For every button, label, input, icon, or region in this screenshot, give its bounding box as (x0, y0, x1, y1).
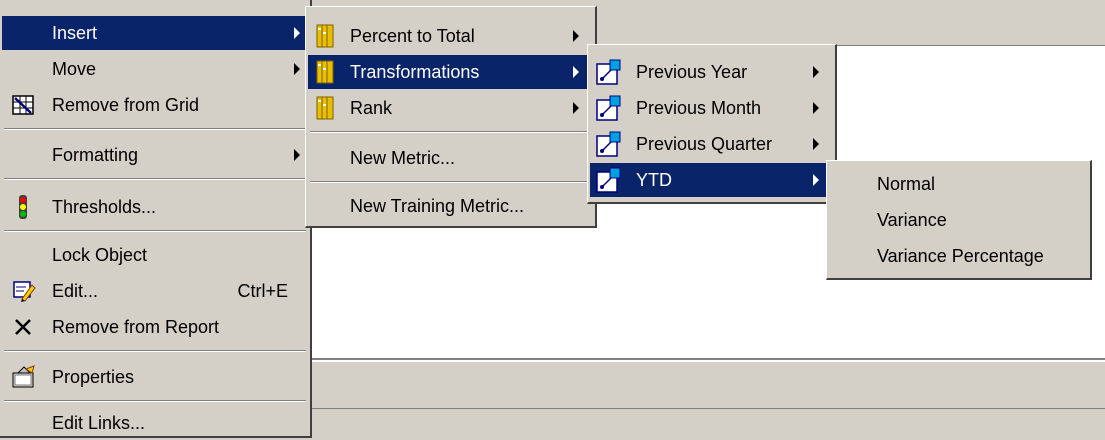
menu-item-label: Properties (52, 366, 135, 387)
menu-item-insert[interactable]: Insert (2, 16, 308, 50)
menu-item-ytd[interactable]: YTD (590, 163, 833, 197)
submenu-arrow-icon (294, 63, 300, 75)
menu-item-label: Remove from Grid (52, 94, 200, 115)
submenu-arrow-icon (294, 149, 300, 161)
menu-item-label: Move (52, 58, 97, 79)
remove-from-grid-icon (12, 95, 34, 115)
menu-item-rank[interactable]: Rank (308, 91, 593, 125)
menu-item-label: Variance Percentage (877, 245, 1044, 266)
submenu-arrow-icon (573, 102, 579, 114)
menu-separator (310, 131, 591, 133)
menu-separator (4, 128, 306, 130)
submenu-arrow-icon (813, 102, 819, 114)
remove-x-icon (15, 319, 31, 335)
menu-item-variance[interactable]: Variance (829, 203, 1088, 237)
menu-item-label: Previous Quarter (636, 133, 773, 154)
submenu-arrow-icon (573, 30, 579, 42)
menu-item-previous-year[interactable]: Previous Year (590, 55, 833, 89)
transformation-icon (596, 131, 621, 157)
app-panel (310, 362, 1105, 408)
menu-item-variance-percentage[interactable]: Variance Percentage (829, 239, 1088, 273)
menu-separator (4, 178, 306, 180)
menu-item-label: Edit Links... (52, 412, 146, 433)
submenu-arrow-icon (813, 66, 819, 78)
menu-item-label: New Metric... (350, 147, 456, 168)
menu-item-lock-object[interactable]: Lock Object (2, 238, 308, 272)
status-area (310, 408, 1105, 439)
menu-item-thresholds[interactable]: Thresholds... (2, 190, 308, 224)
shortcut-label: Ctrl+E (237, 280, 288, 301)
thresholds-icon (19, 195, 27, 219)
menu-item-new-metric[interactable]: New Metric... (308, 141, 593, 175)
menu-item-label: Insert (52, 22, 98, 43)
menu-item-label: Variance (877, 209, 947, 230)
menu-item-previous-month[interactable]: Previous Month (590, 91, 833, 125)
submenu-arrow-icon (813, 138, 819, 150)
menu-item-formatting[interactable]: Formatting (2, 138, 308, 172)
menu-item-properties[interactable]: Properties (2, 360, 308, 394)
submenu-arrow-icon (294, 27, 300, 39)
menu-item-edit[interactable]: Edit... Ctrl+E (2, 274, 308, 308)
menu-item-label: Thresholds... (52, 196, 157, 217)
menu-item-label: Rank (350, 97, 393, 118)
menu-item-label: Edit... (52, 280, 99, 301)
menu-item-label: YTD (636, 169, 672, 190)
menu-item-new-training-metric[interactable]: New Training Metric... (308, 189, 593, 223)
menu-item-transformations[interactable]: Transformations (308, 55, 593, 89)
menu-item-label: Formatting (52, 144, 139, 165)
menu-item-label: Previous Year (636, 61, 748, 82)
menu-item-label: Normal (877, 173, 936, 194)
metric-folder-icon (316, 24, 334, 48)
menu-separator (310, 181, 591, 183)
menu-item-remove-from-report[interactable]: Remove from Report (2, 310, 308, 344)
menu-separator (4, 350, 306, 352)
menu-item-label: Previous Month (636, 97, 762, 118)
menu-item-remove-from-grid[interactable]: Remove from Grid (2, 88, 308, 122)
edit-icon (13, 281, 36, 302)
menu-item-normal[interactable]: Normal (829, 167, 1088, 201)
transformation-icon (596, 59, 621, 85)
menu-item-label: New Training Metric... (350, 195, 525, 216)
metric-folder-icon (316, 60, 334, 84)
transformation-icon (596, 95, 621, 121)
menu-item-previous-quarter[interactable]: Previous Quarter (590, 127, 833, 161)
context-menu: Insert Move Remove from Grid Formatting … (0, 0, 312, 438)
submenu-arrow-icon (813, 174, 819, 186)
ytd-submenu: Normal Variance Variance Percentage (826, 160, 1092, 280)
menu-item-label: Percent to Total (350, 25, 475, 46)
menu-item-label: Lock Object (52, 244, 148, 265)
menu-item-percent-to-total[interactable]: Percent to Total (308, 19, 593, 53)
transformations-submenu: Previous Year Previous Month Previous Qu… (587, 44, 837, 204)
menu-item-label: Transformations (350, 61, 480, 82)
menu-item-move[interactable]: Move (2, 52, 308, 86)
metric-folder-icon (316, 96, 334, 120)
transformation-icon (596, 167, 621, 193)
menu-separator (4, 230, 306, 232)
properties-icon (12, 365, 35, 388)
menu-item-label: Remove from Report (52, 316, 220, 337)
submenu-arrow-icon (573, 66, 579, 78)
insert-submenu: Percent to Total Transformations Rank Ne… (305, 6, 597, 228)
menu-separator (4, 400, 306, 402)
menu-item-edit-links[interactable]: Edit Links... (2, 406, 308, 440)
